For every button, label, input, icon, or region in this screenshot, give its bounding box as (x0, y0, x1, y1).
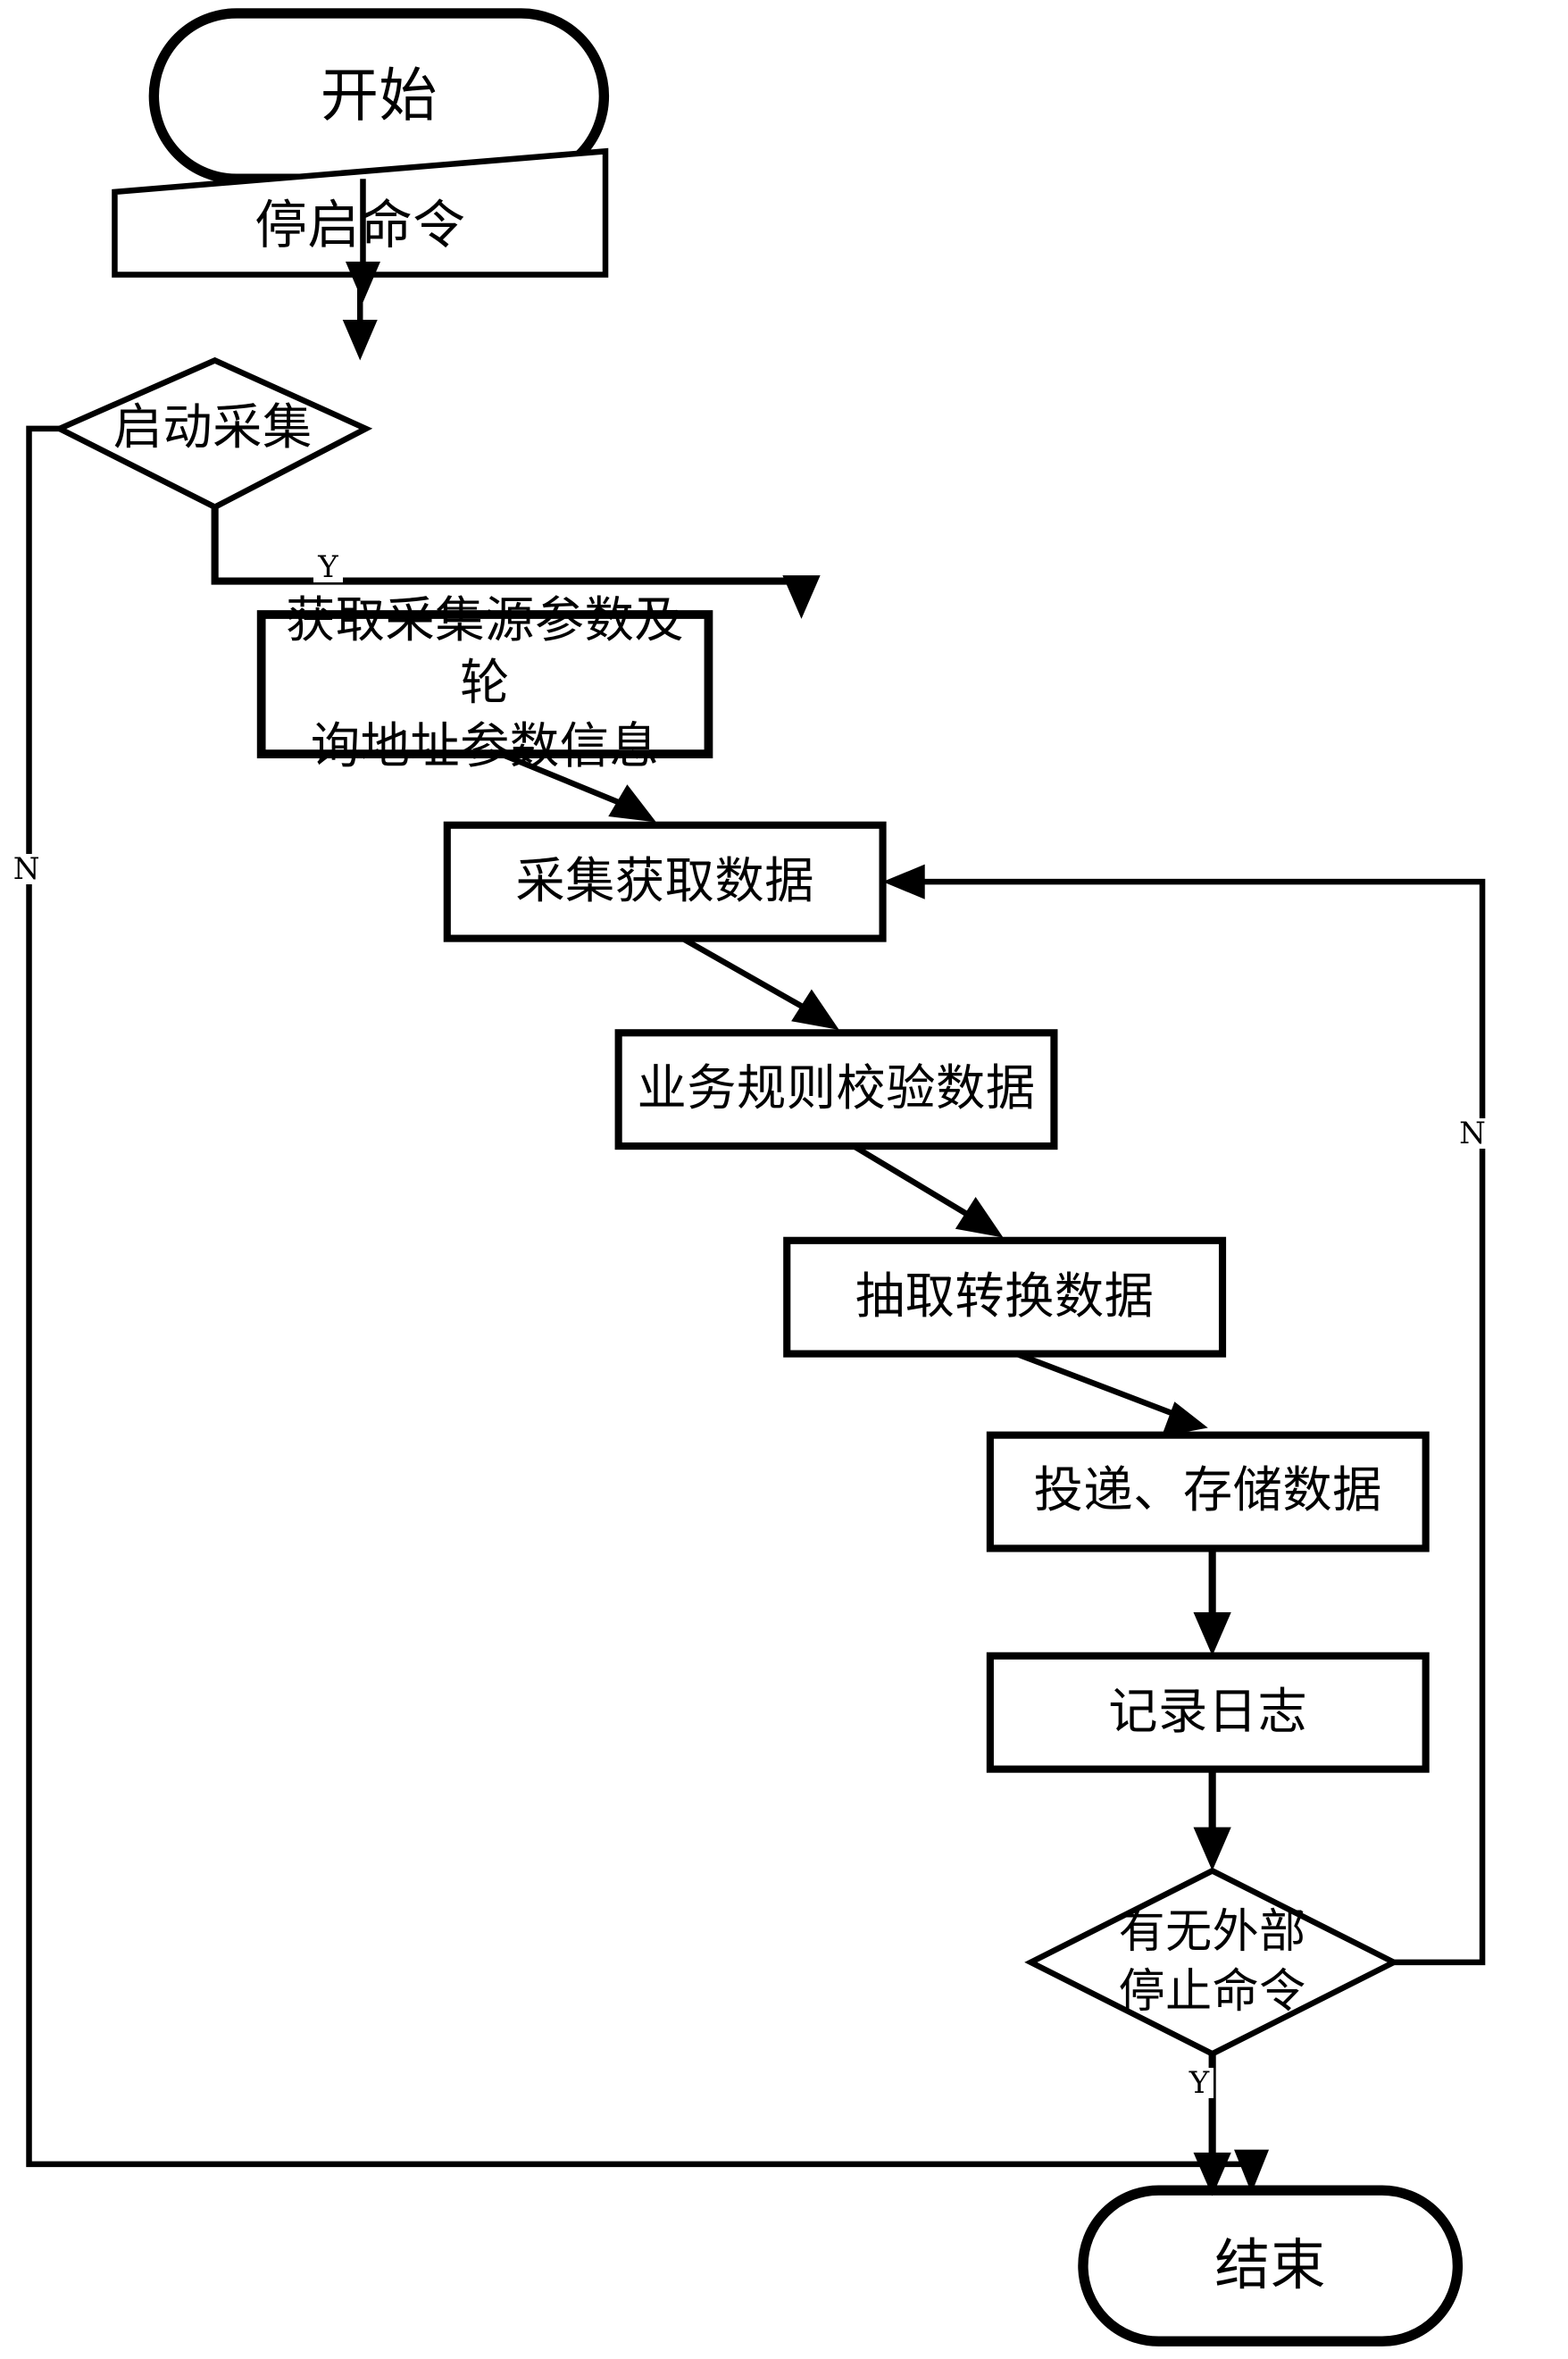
node-record-log-shape (986, 1652, 1430, 1773)
node-collect-data-shape (443, 821, 887, 942)
edge-command-to-decision-arrow (342, 319, 378, 361)
flowchart-canvas: 开始 停启命令 启动采集 获取采集源参数及轮 询地址参数信息 采集获取数据 业务… (0, 0, 1568, 2359)
node-external-stop-decision-shape (1024, 1867, 1401, 2057)
edge-label-no-external-stop: N (1455, 1117, 1490, 1149)
edge-collect-to-validate-arrow (791, 989, 839, 1031)
edge-label-no-start-collect: N (8, 854, 45, 885)
node-deliver-store-data-shape (986, 1431, 1430, 1552)
node-end-shape (1078, 2185, 1464, 2346)
edge-decision-yes-arrow (782, 575, 821, 619)
edge-validate-to-transform-arrow (955, 1197, 1004, 1238)
node-start-shape (148, 8, 610, 184)
node-get-source-params-shape (256, 610, 713, 758)
edge-label-yes-start-collect: Y (313, 551, 343, 582)
edge-deliver-to-log-arrow (1193, 1612, 1231, 1656)
edge-collect-to-validate (680, 935, 822, 1020)
edge-stopdecision-no-arrow (882, 864, 925, 899)
node-start-collect-decision-shape (53, 356, 373, 511)
node-transform-data-shape (783, 1236, 1227, 1358)
edge-decision-yes-path (211, 506, 805, 602)
edge-transform-to-deliver-arrow (1161, 1401, 1208, 1437)
node-validate-data-shape (614, 1029, 1058, 1150)
edge-transform-to-deliver (1014, 1351, 1189, 1422)
edge-label-yes-external-stop: Y (1184, 2068, 1214, 2099)
edge-log-to-stopdecision-arrow (1193, 1827, 1231, 1871)
flowchart-svg (26, 8, 1486, 2346)
edge-validate-to-transform (852, 1143, 987, 1227)
